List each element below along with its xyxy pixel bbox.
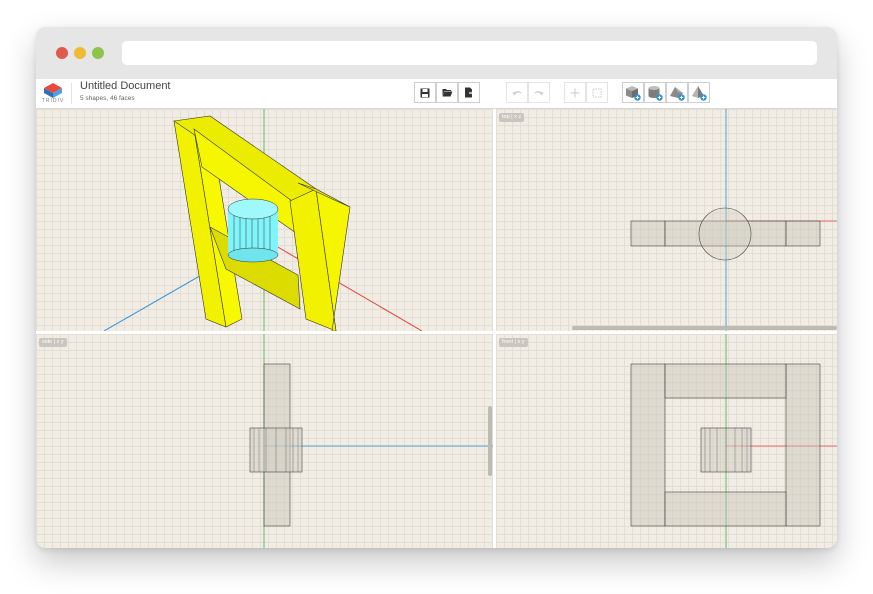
add-pyramid-icon — [692, 85, 707, 101]
add-cylinder-button[interactable] — [644, 82, 666, 103]
side-view-label: side | z y — [39, 338, 67, 347]
cylinder-outline — [698, 207, 752, 261]
maximize-window-button[interactable] — [92, 47, 104, 59]
horizontal-scrollbar[interactable] — [572, 326, 837, 330]
add-pyramid-button[interactable] — [688, 82, 710, 103]
open-button[interactable] — [436, 82, 458, 103]
undo-button[interactable] — [506, 82, 528, 103]
add-prism-button[interactable] — [666, 82, 688, 103]
perspective-scene — [103, 109, 423, 331]
bottom-bar-front-outline — [664, 491, 787, 527]
top-viewport[interactable]: top | x z — [496, 109, 837, 331]
left-post-outline — [630, 220, 666, 247]
minimize-window-button[interactable] — [74, 47, 86, 59]
redo-button[interactable] — [528, 82, 550, 103]
cylinder-top — [227, 198, 279, 220]
app-toolbar: TRIDIV Untitled Document 5 shapes, 46 fa… — [36, 79, 837, 109]
front-view-label: front | x y — [499, 338, 528, 347]
vertical-scrollbar[interactable] — [488, 406, 492, 476]
folder-icon — [442, 89, 452, 97]
viewport-divider-vertical[interactable] — [493, 109, 496, 548]
document-title[interactable]: Untitled Document — [80, 80, 171, 92]
top-scene — [630, 109, 837, 331]
viewport-divider-horizontal[interactable] — [36, 331, 837, 334]
top-bar-front-outline — [664, 363, 787, 399]
add-cube-icon — [626, 85, 641, 101]
perspective-viewport[interactable] — [36, 109, 493, 331]
side-scene — [249, 334, 493, 548]
add-prism-icon — [670, 86, 685, 101]
document-stats: 5 shapes, 46 faces — [80, 95, 135, 102]
browser-chrome — [36, 27, 837, 79]
front-scene — [630, 334, 837, 548]
floppy-icon — [420, 88, 430, 97]
export-file-icon — [465, 87, 474, 98]
top-view-label: top | x z — [499, 113, 525, 122]
select-box-icon — [592, 88, 602, 97]
close-window-button[interactable] — [56, 47, 68, 59]
select-button[interactable] — [586, 82, 608, 103]
right-post-front-outline — [785, 363, 821, 527]
save-button[interactable] — [414, 82, 436, 103]
move-icon — [570, 88, 580, 97]
right-post-outline — [785, 220, 821, 247]
add-cylinder-icon — [648, 85, 663, 101]
left-post-front-outline — [630, 363, 666, 527]
cylinder-bottom — [227, 247, 279, 263]
redo-icon — [534, 90, 544, 95]
logo-separator — [71, 83, 72, 104]
front-viewport[interactable]: front | x y — [496, 334, 837, 548]
export-button[interactable] — [458, 82, 480, 103]
logo-text: TRIDIV — [41, 98, 65, 104]
add-cube-button[interactable] — [622, 82, 644, 103]
undo-icon — [512, 90, 522, 95]
side-viewport[interactable]: side | z y — [36, 334, 493, 548]
address-bar[interactable] — [122, 41, 817, 65]
browser-window: TRIDIV Untitled Document 5 shapes, 46 fa… — [36, 27, 837, 548]
move-button[interactable] — [564, 82, 586, 103]
